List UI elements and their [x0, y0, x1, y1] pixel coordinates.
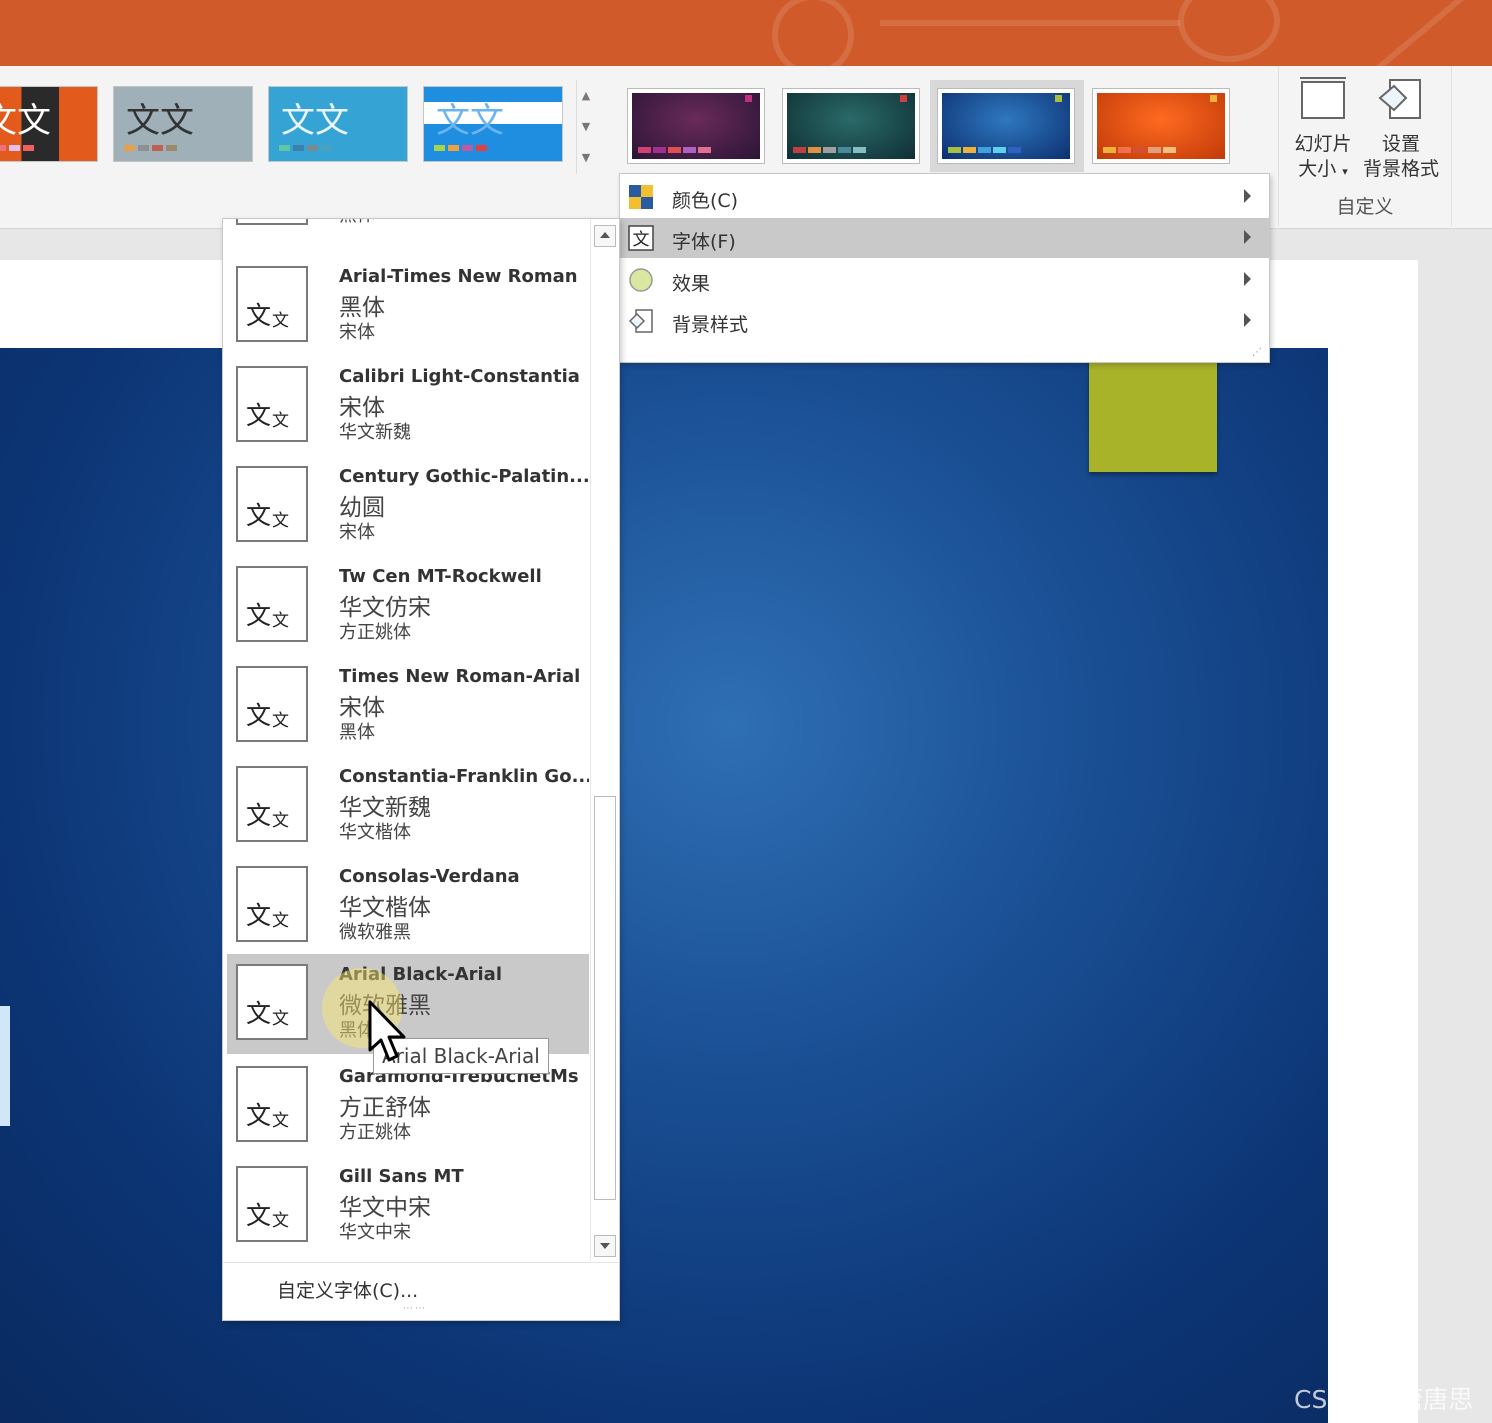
font-preview-thumb: 文文 — [236, 366, 308, 442]
font-list-scrollbar[interactable] — [590, 219, 619, 1261]
font-item[interactable]: 文文 Tw Cen MT-Rockwell 华文仿宋 方正姚体 — [227, 556, 589, 656]
theme-thumbnail[interactable]: 文文 — [423, 86, 563, 162]
background-style-icon — [628, 308, 654, 334]
slide-background[interactable] — [0, 348, 1328, 1423]
font-preview-thumb: 文文 — [236, 1066, 308, 1142]
submenu-arrow-icon — [1244, 230, 1251, 244]
font-item[interactable]: 文文 Calibri Light-Constantia 宋体 华文新魏 — [227, 356, 589, 456]
slide-accent-square[interactable] — [1089, 352, 1217, 472]
font-preview-thumb: 文文 — [236, 964, 308, 1040]
effects-icon — [628, 267, 654, 293]
title-bar — [0, 0, 1492, 81]
font-item-partial[interactable]: 黑体 — [227, 219, 589, 239]
submenu-arrow-icon — [1244, 189, 1251, 203]
font-item[interactable]: 文文 Constantia-Franklin Go... 华文新魏 华文楷体 — [227, 756, 589, 856]
color-palette-icon — [628, 184, 654, 210]
chevron-up-icon[interactable]: ▲ — [577, 80, 595, 111]
submenu-arrow-icon — [1244, 313, 1251, 327]
resize-grip-icon[interactable]: ⋯⋯ — [403, 1303, 427, 1314]
dropdown-caret-icon: ▾ — [1342, 165, 1348, 178]
font-item[interactable]: 文文 Arial-Times New Roman 黑体 宋体 — [227, 256, 589, 356]
font-preview-thumb: 文文 — [236, 866, 308, 942]
format-background-icon — [1376, 76, 1426, 122]
variant-menu: 颜色(C) 文 字体(F) 效果 背景样式 ⋰ — [619, 173, 1270, 363]
font-item[interactable]: 文文 Times New Roman-Arial 宋体 黑体 — [227, 656, 589, 756]
theme-thumbnail[interactable]: 文文 — [268, 86, 408, 162]
customize-group-label: 自定义 — [1336, 196, 1394, 218]
font-item[interactable]: 文文 Century Gothic-Palatin... 幼圆 宋体 — [227, 456, 589, 556]
svg-text:文: 文 — [633, 230, 650, 250]
chevron-down-icon[interactable]: ▼ — [577, 111, 595, 142]
scroll-up-button[interactable] — [594, 225, 616, 247]
menu-item-background-style[interactable]: 背景样式 — [620, 301, 1269, 341]
scroll-down-button[interactable] — [594, 1235, 616, 1257]
font-item[interactable]: 文文 Gill Sans MT 华文中宋 华文中宋 — [227, 1156, 589, 1256]
slide-size-icon — [1298, 76, 1348, 122]
font-preview-thumb: 文文 — [236, 566, 308, 642]
menu-item-fonts[interactable]: 文 字体(F) — [620, 218, 1269, 258]
menu-item-colors[interactable]: 颜色(C) — [620, 177, 1269, 217]
decor-circle — [772, 0, 854, 76]
mouse-cursor-icon — [368, 1000, 406, 1062]
font-preview-thumb — [236, 219, 308, 225]
font-icon: 文 — [628, 225, 654, 251]
custom-fonts-menu-item[interactable]: 自定义字体(C)... — [277, 1276, 418, 1303]
menu-item-effects[interactable]: 效果 — [620, 260, 1269, 300]
decor-circle — [1178, 0, 1280, 62]
slide-accent-edge — [0, 1006, 10, 1126]
font-preview-thumb: 文文 — [236, 1166, 308, 1242]
font-item[interactable]: 文文 Consolas-Verdana 华文楷体 微软雅黑 — [227, 856, 589, 956]
fonts-dropdown: 黑体 文文 Arial-Times New Roman 黑体 宋体 文文 Cal… — [222, 218, 620, 1321]
variant-thumbnail[interactable] — [937, 88, 1075, 164]
theme-gallery-scroll[interactable]: ▲ ▼ ▼ — [576, 80, 595, 174]
watermark: CSDN @唐唐思 — [1294, 1385, 1474, 1414]
customize-group: 幻灯片 大小 ▾ 设置 背景格式 自定义 — [1278, 66, 1452, 226]
dropdown-footer: 自定义字体(C)... ⋯⋯ — [223, 1262, 619, 1320]
font-preview-thumb: 文文 — [236, 666, 308, 742]
format-background-button[interactable]: 设置 背景格式 — [1361, 76, 1441, 182]
theme-thumbnail[interactable]: 文文 — [113, 86, 253, 162]
resize-grip-icon[interactable]: ⋰ — [1252, 347, 1263, 358]
variant-thumbnail[interactable] — [782, 88, 920, 164]
theme-thumbnail[interactable]: 文文 — [0, 86, 98, 162]
more-icon[interactable]: ▼ — [577, 142, 595, 173]
slide-size-button[interactable]: 幻灯片 大小 ▾ — [1283, 76, 1363, 184]
decor-line — [880, 20, 1180, 26]
variant-thumbnail[interactable] — [1092, 88, 1230, 164]
scrollbar-thumb[interactable] — [594, 796, 616, 1200]
font-list: 黑体 文文 Arial-Times New Roman 黑体 宋体 文文 Cal… — [223, 219, 589, 1259]
font-preview-thumb: 文文 — [236, 766, 308, 842]
variant-thumbnail[interactable] — [627, 88, 765, 164]
font-preview-thumb: 文文 — [236, 466, 308, 542]
font-preview-thumb: 文文 — [236, 266, 308, 342]
submenu-arrow-icon — [1244, 272, 1251, 286]
